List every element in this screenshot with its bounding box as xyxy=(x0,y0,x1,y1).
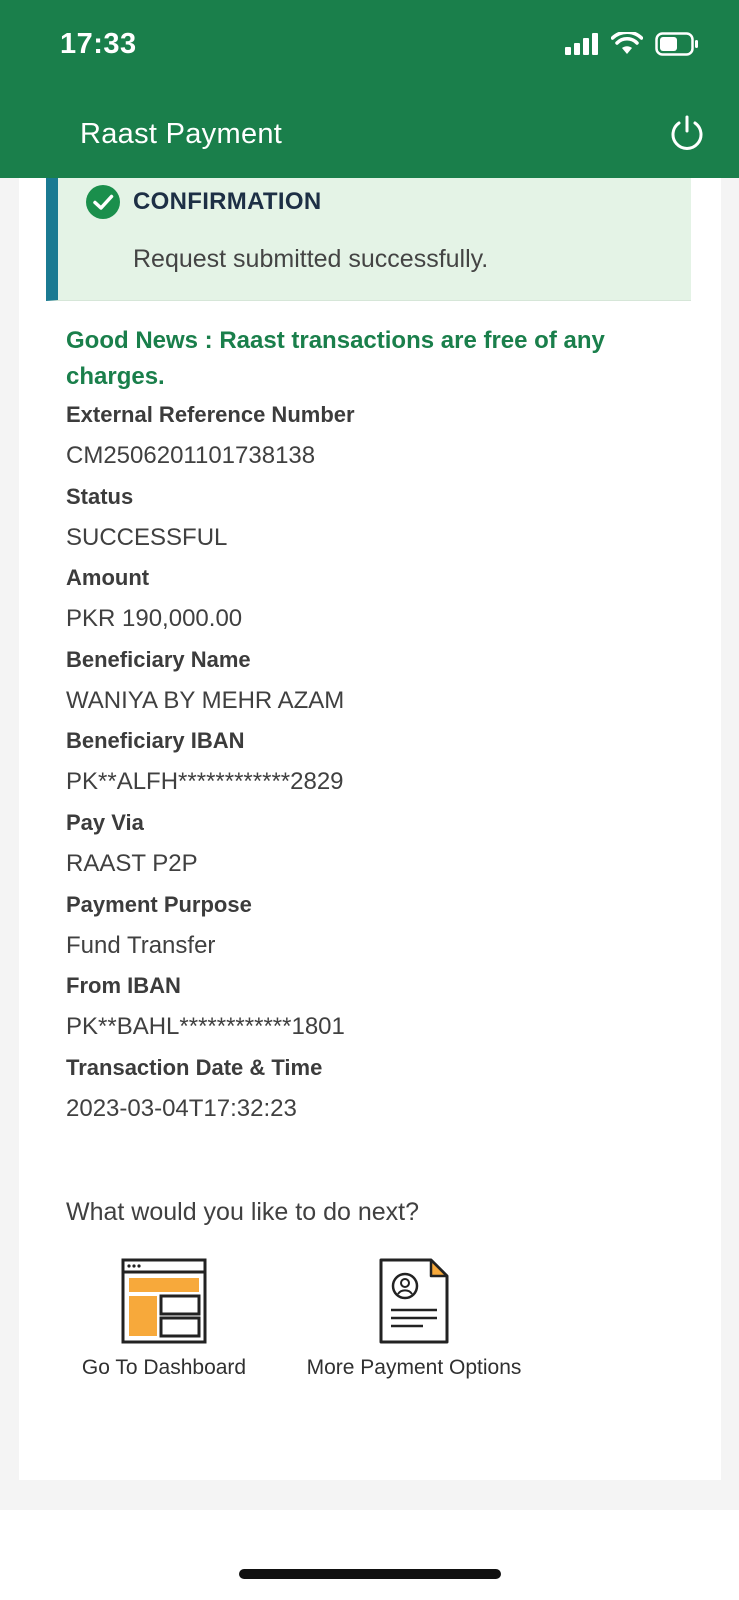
detail-row-pay-via: Pay Via RAAST P2P xyxy=(66,808,686,890)
detail-label: Pay Via xyxy=(66,809,144,835)
status-time: 17:33 xyxy=(60,28,137,60)
detail-label: Beneficiary IBAN xyxy=(66,728,245,754)
detail-value: WANIYA BY MEHR AZAM xyxy=(66,686,345,714)
detail-row-from-iban: From IBAN PK**BAHL************1801 xyxy=(66,971,686,1053)
good-news-note: Good News : Raast transactions are free … xyxy=(66,327,605,390)
detail-row-amount: Amount PKR 190,000.00 xyxy=(66,563,686,645)
detail-value: SUCCESSFUL xyxy=(66,523,228,551)
detail-row-payment-purpose: Payment Purpose Fund Transfer xyxy=(66,890,686,972)
more-payment-options-label: More Payment Options xyxy=(306,1356,522,1379)
home-indicator[interactable] xyxy=(239,1569,501,1579)
app-header: 17:33 Raast Payment xyxy=(0,0,739,178)
detail-label: Beneficiary Name xyxy=(66,646,251,672)
detail-value: 2023-03-04T17:32:23 xyxy=(66,1094,297,1122)
bottom-safe-area xyxy=(0,1510,739,1600)
detail-row-beneficiary-iban: Beneficiary IBAN PK**ALFH************282… xyxy=(66,726,686,808)
check-circle-icon xyxy=(86,185,120,219)
detail-row-beneficiary-name: Beneficiary Name WANIYA BY MEHR AZAM xyxy=(66,645,686,727)
confirmation-banner: CONFIRMATION Request submitted successfu… xyxy=(46,178,691,301)
detail-value: CM2506201101738138 xyxy=(66,442,316,469)
detail-label: From IBAN xyxy=(66,973,181,999)
detail-label: Amount xyxy=(66,565,150,591)
detail-value: RAAST P2P xyxy=(66,849,198,877)
detail-value: PKR 190,000.00 xyxy=(66,605,243,633)
signal-icon xyxy=(565,33,598,55)
detail-label: Status xyxy=(66,483,134,509)
detail-row-datetime: Transaction Date & Time 2023-03-04T17:32… xyxy=(66,1053,686,1135)
detail-label: Transaction Date & Time xyxy=(66,1054,323,1080)
detail-value: Fund Transfer xyxy=(66,931,216,959)
battery-icon xyxy=(655,32,698,56)
detail-value: PK**ALFH************2829 xyxy=(66,768,344,796)
transaction-details: External Reference Number CM250620110173… xyxy=(66,400,686,1134)
wifi-icon xyxy=(611,32,643,54)
dashboard-icon xyxy=(121,1258,207,1344)
detail-label: Payment Purpose xyxy=(66,891,252,917)
confirmation-message: Request submitted successfully. xyxy=(133,245,489,273)
detail-row-reference: External Reference Number CM250620110173… xyxy=(66,400,686,482)
detail-row-status: Status SUCCESSFUL xyxy=(66,482,686,564)
detail-label: External Reference Number xyxy=(66,402,355,427)
go-to-dashboard-button[interactable]: Go To Dashboard xyxy=(74,1258,254,1380)
detail-value: PK**BAHL************1801 xyxy=(66,1013,345,1041)
page-title: Raast Payment xyxy=(80,118,283,150)
go-to-dashboard-label: Go To Dashboard xyxy=(81,1356,247,1379)
status-icons xyxy=(565,32,699,56)
receipt-card: CONFIRMATION Request submitted successfu… xyxy=(19,178,721,1480)
logout-power-icon[interactable] xyxy=(668,114,706,152)
confirmation-title: CONFIRMATION xyxy=(133,188,322,215)
more-payment-options-button[interactable]: More Payment Options xyxy=(289,1258,539,1380)
next-steps-title: What would you like to do next? xyxy=(66,1198,419,1226)
document-profile-icon xyxy=(379,1258,449,1344)
